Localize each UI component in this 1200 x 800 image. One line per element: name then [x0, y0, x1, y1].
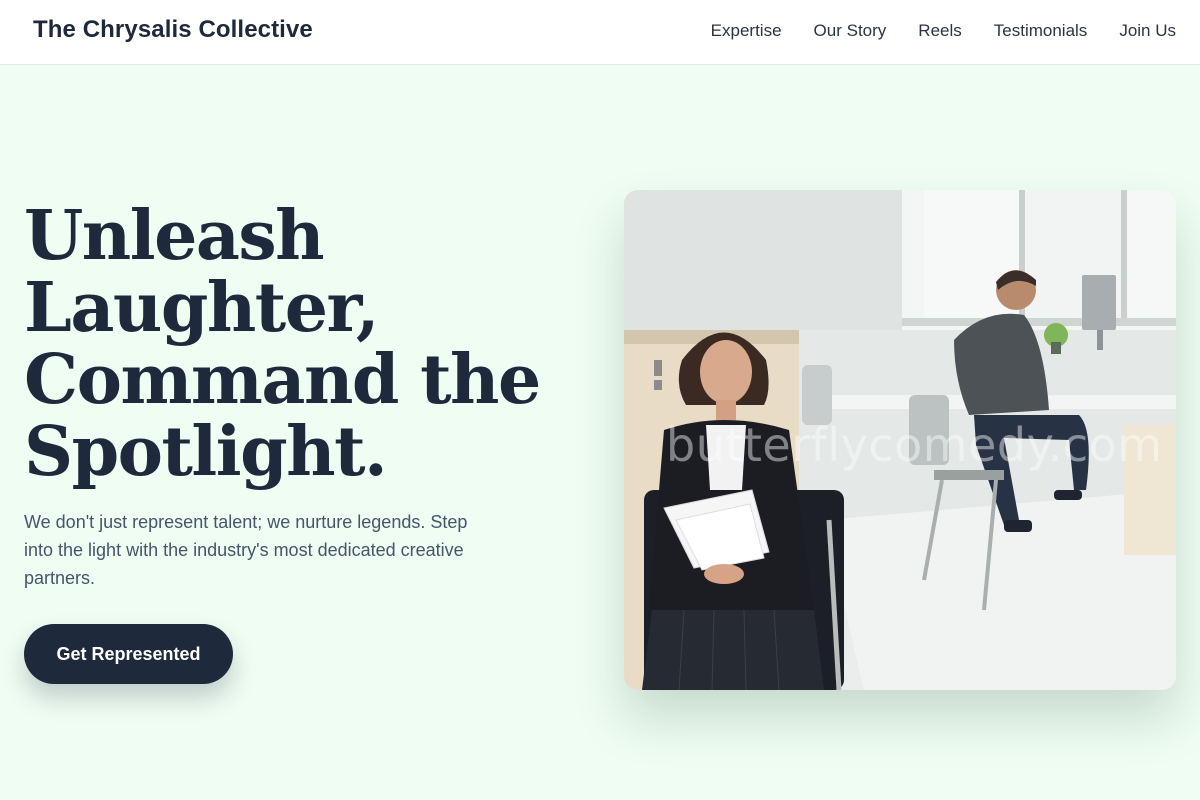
nav-link-reels[interactable]: Reels — [918, 21, 961, 41]
image-watermark: butterflycomedy.com — [666, 418, 1163, 472]
nav-link-testimonials[interactable]: Testimonials — [994, 21, 1088, 41]
nav-link-our-story[interactable]: Our Story — [814, 21, 887, 41]
hero-title: Unleash Laughter, Command the Spotlight. — [24, 200, 584, 488]
hero-title-line: Laughter, — [24, 268, 380, 348]
hero-photo: butterflycomedy.com — [624, 190, 1176, 690]
hero-title-line: Unleash — [24, 196, 325, 276]
hero-title-line: Command the — [24, 340, 541, 420]
site-header: The Chrysalis Collective Expertise Our S… — [0, 0, 1200, 65]
hero-subtitle: We don't just represent talent; we nurtu… — [24, 512, 468, 588]
main-nav: Expertise Our Story Reels Testimonials J… — [711, 21, 1176, 41]
hero-title-line: Spotlight. — [24, 412, 388, 492]
nav-link-expertise[interactable]: Expertise — [711, 21, 782, 41]
nav-link-join-us[interactable]: Join Us — [1119, 21, 1176, 41]
get-represented-button[interactable]: Get Represented — [24, 624, 233, 684]
brand-logo-link[interactable]: The Chrysalis Collective — [33, 16, 313, 44]
